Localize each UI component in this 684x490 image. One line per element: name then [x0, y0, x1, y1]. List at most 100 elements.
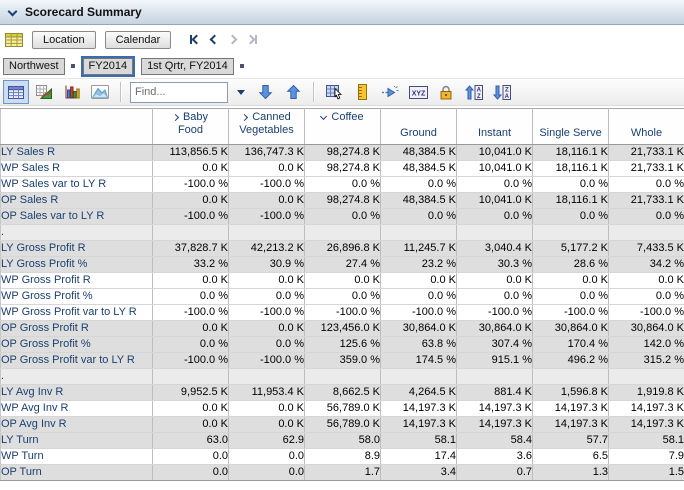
cell[interactable]: 23.2 %	[380, 256, 457, 273]
cell[interactable]: 0.0	[152, 448, 229, 465]
cell[interactable]: 30,864.0 K	[456, 320, 533, 337]
cell[interactable]: 0.7	[456, 464, 533, 481]
cell[interactable]: 1.7	[304, 464, 381, 481]
cell[interactable]: 48,384.5 K	[380, 144, 457, 161]
cell[interactable]: 0.0	[228, 464, 305, 481]
cell[interactable]: 14,197.3 K	[608, 416, 684, 433]
cell[interactable]: 174.5 %	[380, 352, 457, 369]
row-label[interactable]: LY Gross Profit R	[0, 240, 153, 257]
cell[interactable]: 0.0 K	[228, 160, 305, 177]
cell[interactable]: 42,213.2 K	[228, 240, 305, 257]
row-label[interactable]: LY Turn	[0, 432, 153, 449]
cell[interactable]: 0.0 %	[608, 208, 684, 225]
column-header-coffee[interactable]: Coffee	[304, 108, 381, 145]
column-header-instant[interactable]: Instant	[456, 108, 533, 145]
cell[interactable]: 0.0 %	[152, 288, 229, 305]
cell[interactable]: 113,856.5 K	[152, 144, 229, 161]
cell[interactable]: 8,662.5 K	[304, 384, 381, 401]
cell[interactable]: 0.0 %	[152, 336, 229, 353]
cell[interactable]: 315.2 %	[608, 352, 684, 369]
cell[interactable]: 33.2 %	[152, 256, 229, 273]
tab-calendar[interactable]: Calendar	[104, 30, 172, 49]
cell[interactable]: 63.8 %	[380, 336, 457, 353]
select-region-button[interactable]	[321, 80, 347, 104]
cell[interactable]: 56,789.0 K	[304, 416, 381, 433]
cell[interactable]: -100.0 %	[228, 208, 305, 225]
row-label[interactable]: LY Gross Profit %	[0, 256, 153, 273]
cell[interactable]: 58.1	[608, 432, 684, 449]
cell[interactable]: -100.0 %	[228, 352, 305, 369]
find-previous-button[interactable]	[280, 80, 306, 104]
row-label[interactable]: LY Sales R	[0, 144, 153, 161]
cell[interactable]: 136,747.3 K	[228, 144, 305, 161]
chevron-right-icon[interactable]	[171, 113, 179, 122]
cell[interactable]: 0.0 K	[152, 192, 229, 209]
cell[interactable]: -100.0 %	[228, 176, 305, 193]
cell[interactable]: 0.0 K	[152, 320, 229, 337]
cell[interactable]: 0.0 K	[228, 272, 305, 289]
cell[interactable]: 0.0 %	[304, 208, 381, 225]
cell[interactable]: 0.0 %	[304, 288, 381, 305]
filter-chip-fy2014[interactable]: FY2014	[82, 57, 134, 75]
cell[interactable]: 3.6	[456, 448, 533, 465]
row-label[interactable]: WP Gross Profit %	[0, 288, 153, 305]
cell[interactable]: 0.0 %	[380, 176, 457, 193]
row-label[interactable]: OP Sales R	[0, 192, 153, 209]
cell[interactable]: 14,197.3 K	[456, 416, 533, 433]
cell[interactable]: 0.0 %	[532, 208, 609, 225]
cell[interactable]: 17.4	[380, 448, 457, 465]
cell[interactable]: 0.0 %	[228, 288, 305, 305]
cell[interactable]: -100.0 %	[380, 304, 457, 321]
cell[interactable]: 9,952.5 K	[152, 384, 229, 401]
cell[interactable]: -100.0 %	[228, 304, 305, 321]
row-label[interactable]: OP Avg Inv R	[0, 416, 153, 433]
column-header-baby-food[interactable]: Baby Food	[152, 108, 229, 145]
cell[interactable]: 11,245.7 K	[380, 240, 457, 257]
xyz-labels-button[interactable]: XYZ	[405, 80, 431, 104]
cell[interactable]: 57.7	[532, 432, 609, 449]
row-label[interactable]: OP Sales var to LY R	[0, 208, 153, 225]
cell[interactable]: 0.0 K	[532, 272, 609, 289]
cell[interactable]: -100.0 %	[152, 176, 229, 193]
row-label[interactable]: LY Avg Inv R	[0, 384, 153, 401]
cell[interactable]: 63.0	[152, 432, 229, 449]
cell[interactable]: 125.6 %	[304, 336, 381, 353]
row-label[interactable]: OP Gross Profit %	[0, 336, 153, 353]
cell[interactable]: 98,274.8 K	[304, 192, 381, 209]
pivot-layout-icon[interactable]	[5, 32, 23, 47]
cell[interactable]: -100.0 %	[456, 304, 533, 321]
row-label[interactable]: WP Avg Inv R	[0, 400, 153, 417]
cell[interactable]: -100.0 %	[152, 208, 229, 225]
column-header-canned-vegetables[interactable]: Canned Vegetables	[228, 108, 305, 145]
column-header-ground[interactable]: Ground	[380, 108, 457, 145]
cell[interactable]: 18,116.1 K	[532, 144, 609, 161]
sort-descending-button[interactable]: Z A	[489, 80, 515, 104]
collapse-panel-icon[interactable]	[7, 6, 18, 16]
cell[interactable]: 30,864.0 K	[380, 320, 457, 337]
filter-chip-quarter[interactable]: 1st Qrtr, FY2014	[141, 57, 234, 75]
cell[interactable]: 0.0 %	[380, 288, 457, 305]
cell[interactable]: 359.0 %	[304, 352, 381, 369]
cell[interactable]: 1,596.8 K	[532, 384, 609, 401]
cell[interactable]: 0.0 K	[380, 272, 457, 289]
grid-chart-view-button[interactable]	[31, 80, 57, 104]
chevron-down-icon[interactable]	[320, 112, 328, 121]
cell[interactable]: 0.0 K	[228, 416, 305, 433]
cell[interactable]: 0.0 K	[228, 192, 305, 209]
cell[interactable]: 0.0 %	[532, 176, 609, 193]
cell[interactable]: 0.0	[152, 464, 229, 481]
cell[interactable]: 14,197.3 K	[456, 400, 533, 417]
cell[interactable]: 0.0 %	[456, 208, 533, 225]
pivot-view-button[interactable]	[3, 80, 29, 104]
cell[interactable]: 37,828.7 K	[152, 240, 229, 257]
cell[interactable]: 4,264.5 K	[380, 384, 457, 401]
cell[interactable]: 48,384.5 K	[380, 192, 457, 209]
cell[interactable]: 10,041.0 K	[456, 192, 533, 209]
cell[interactable]: 0.0 K	[152, 272, 229, 289]
cell[interactable]: 14,197.3 K	[380, 400, 457, 417]
cell[interactable]: 915.1 %	[456, 352, 533, 369]
row-label[interactable]: WP Turn	[0, 448, 153, 465]
cell[interactable]: 27.4 %	[304, 256, 381, 273]
cell[interactable]: 30.9 %	[228, 256, 305, 273]
cell[interactable]: 48,384.5 K	[380, 160, 457, 177]
